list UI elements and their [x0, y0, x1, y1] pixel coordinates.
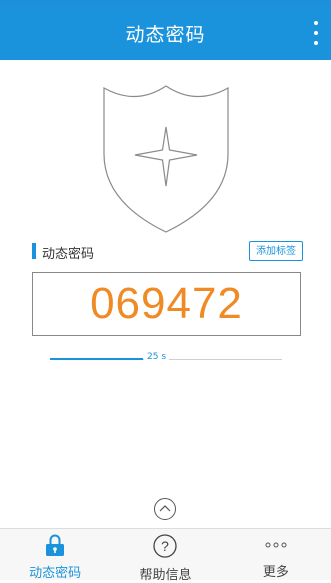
page-title: 动态密码	[125, 23, 206, 46]
app-bar: 动态密码	[0, 6, 331, 60]
tab-label: 帮助信息	[139, 568, 192, 583]
countdown-fill	[50, 358, 143, 360]
more-icon	[265, 542, 287, 547]
code-display: 069472	[32, 272, 301, 336]
add-tag-button[interactable]: 添加标签	[249, 241, 303, 261]
help-icon: ?	[153, 534, 178, 558]
tab-label: 更多	[262, 565, 289, 580]
overflow-menu-icon[interactable]	[311, 21, 321, 45]
tab-label: 动态密码	[29, 566, 82, 581]
dynamic-code: 069472	[90, 279, 243, 328]
bottom-tab-bar: 动态密码 ? 帮助信息 更多	[0, 528, 331, 583]
countdown-progress: 25 s	[50, 351, 282, 367]
token-section-header: 动态密码 添加标签	[32, 241, 303, 263]
section-label: 动态密码	[42, 247, 95, 262]
tab-dynamic-code[interactable]: 动态密码	[0, 529, 110, 581]
countdown-label: 25 s	[144, 352, 170, 362]
tab-help[interactable]: ? 帮助信息	[110, 529, 220, 583]
section-accent-bar	[32, 243, 36, 259]
tab-more[interactable]: 更多	[221, 529, 331, 580]
svg-text:?: ?	[162, 538, 170, 554]
chevron-up-icon[interactable]	[154, 498, 176, 520]
lock-icon	[46, 534, 65, 556]
shield-icon	[103, 85, 229, 233]
